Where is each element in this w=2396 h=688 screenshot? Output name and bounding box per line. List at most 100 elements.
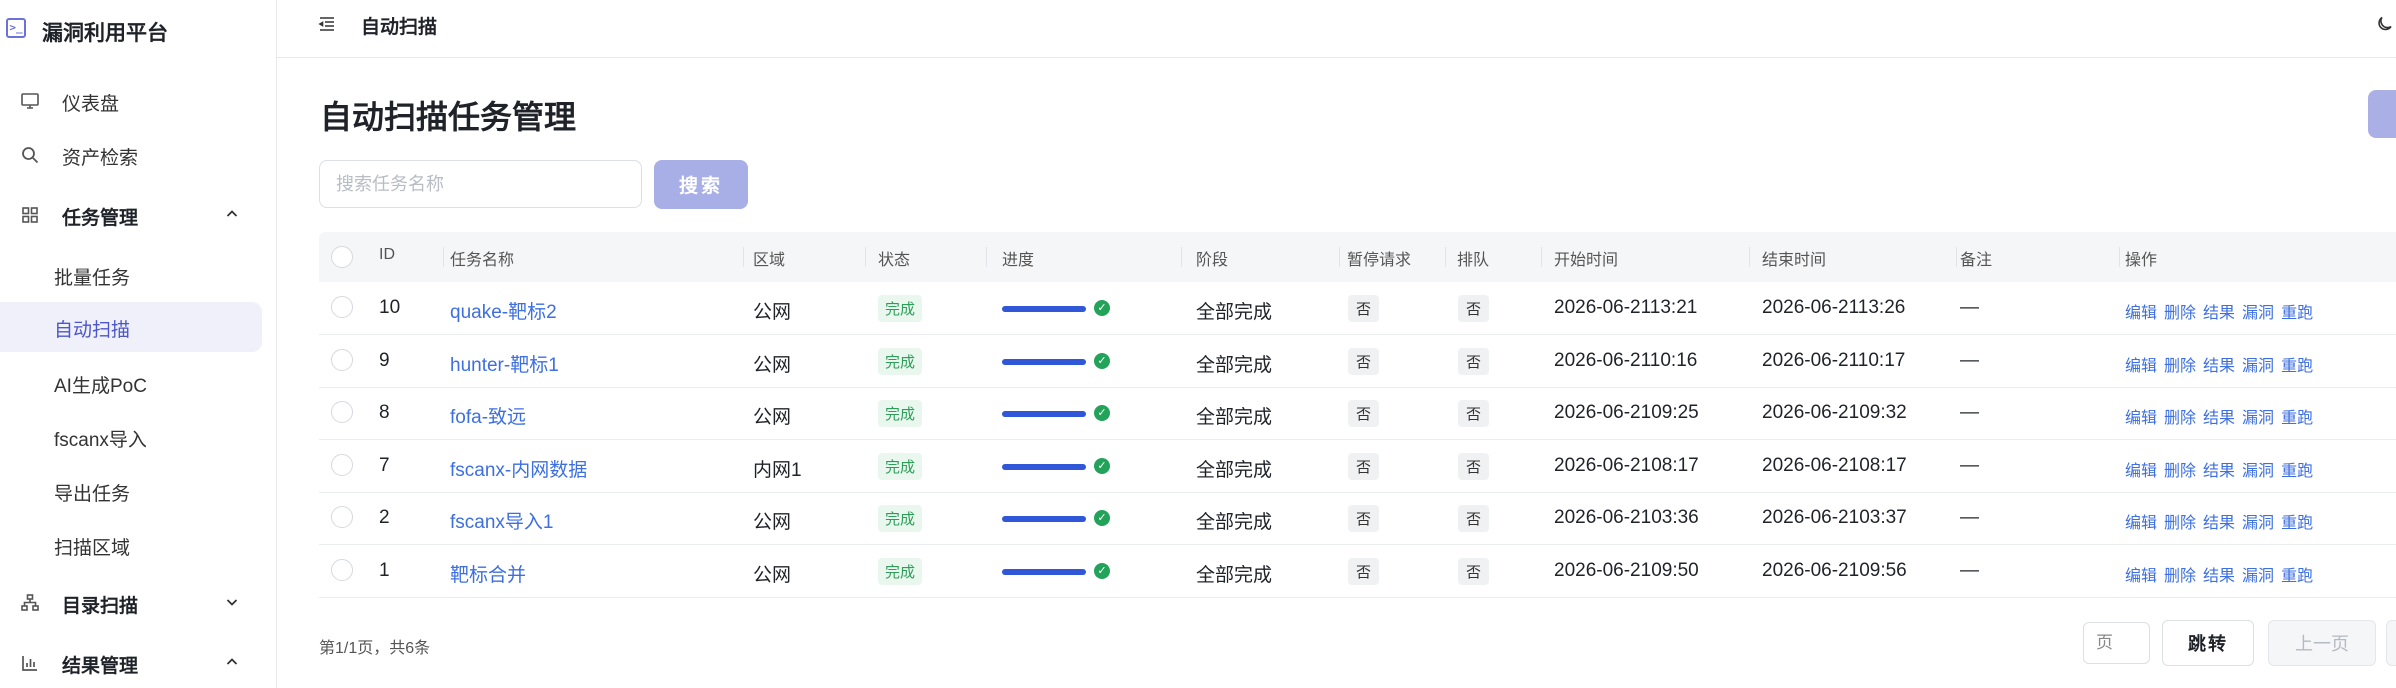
sidebar-group-task-management[interactable]: 任务管理: [0, 190, 276, 240]
cell-start-time: 2026-06-2109:50: [1554, 560, 1699, 581]
row-checkbox[interactable]: [331, 348, 353, 371]
vuln-link[interactable]: 漏洞: [2242, 568, 2274, 585]
edit-link[interactable]: 编辑: [2125, 515, 2157, 532]
column-header-start: 开始时间: [1554, 252, 1619, 269]
edit-link[interactable]: 编辑: [2125, 410, 2157, 427]
vuln-link[interactable]: 漏洞: [2242, 358, 2274, 375]
select-all-checkbox[interactable]: [331, 246, 353, 268]
sidebar-item-batch-task[interactable]: 批量任务: [0, 250, 262, 300]
result-link[interactable]: 结果: [2203, 463, 2235, 480]
sidebar-item-auto-scan[interactable]: 自动扫描: [0, 302, 262, 352]
table-row: 1 靶标合并 公网 完成 ✓ 全部完成 否 否 2026-06-2109:50 2026-06-2…: [319, 545, 2396, 598]
search-input[interactable]: [319, 160, 642, 208]
search-button[interactable]: 搜索: [654, 160, 748, 209]
task-name-link[interactable]: quake-靶标2: [450, 297, 557, 324]
pause-request-badge: 否: [1348, 558, 1380, 585]
row-checkbox[interactable]: [331, 559, 353, 581]
queue-badge: 否: [1458, 558, 1490, 585]
menu-fold-icon[interactable]: [317, 14, 337, 34]
delete-link[interactable]: 删除: [2164, 463, 2196, 480]
status-badge: 完成: [878, 505, 923, 533]
row-checkbox[interactable]: [331, 296, 353, 318]
cell-note: —: [1960, 349, 1979, 371]
edit-link[interactable]: 编辑: [2125, 358, 2157, 375]
sidebar-item-label: 批量任务: [54, 268, 131, 289]
column-header-end: 结束时间: [1762, 252, 1827, 269]
task-name-link[interactable]: fofa-致远: [450, 402, 526, 429]
sitemap-icon: [21, 594, 39, 611]
rerun-link[interactable]: 重跑: [2281, 410, 2313, 427]
task-name-link[interactable]: fscanx-内网数据: [450, 455, 587, 482]
cell-region: 公网: [753, 565, 792, 586]
cell-end-time: 2026-06-2103:37: [1762, 507, 1907, 529]
progress-bar: [1002, 463, 1086, 470]
delete-link[interactable]: 删除: [2164, 410, 2196, 427]
task-name-link[interactable]: 靶标合并: [450, 560, 526, 587]
cell-id: 2: [379, 507, 390, 529]
brand[interactable]: >_ 漏洞利用平台: [0, 0, 276, 60]
sidebar-item-label: 结果管理: [62, 656, 139, 677]
sidebar-item-dashboard[interactable]: 仪表盘: [0, 76, 276, 126]
delete-link[interactable]: 删除: [2164, 305, 2196, 322]
sidebar-item-label: 导出任务: [54, 484, 131, 505]
cell-id: 1: [379, 560, 390, 581]
check-circle-icon: ✓: [1094, 352, 1110, 369]
column-header-name: 任务名称: [450, 252, 515, 269]
result-link[interactable]: 结果: [2203, 358, 2235, 375]
sidebar-item-scan-region[interactable]: 扫描区域: [0, 520, 262, 570]
moon-icon[interactable]: [2374, 14, 2394, 34]
rerun-link[interactable]: 重跑: [2281, 568, 2313, 585]
sidebar-group-result-management[interactable]: 结果管理: [0, 638, 276, 688]
sidebar-group-dir-scan[interactable]: 目录扫描: [0, 578, 276, 628]
sidebar-item-asset-search[interactable]: 资产检索: [0, 130, 276, 180]
sidebar-item-ai-poc[interactable]: AI生成PoC: [0, 358, 262, 408]
result-link[interactable]: 结果: [2203, 410, 2235, 427]
column-header-status: 状态: [878, 252, 911, 269]
prev-page-button[interactable]: 上一页: [2268, 620, 2376, 666]
rerun-link[interactable]: 重跑: [2281, 358, 2313, 375]
edit-link[interactable]: 编辑: [2125, 305, 2157, 322]
progress-fill: [1002, 463, 1086, 470]
rerun-link[interactable]: 重跑: [2281, 305, 2313, 322]
row-checkbox[interactable]: [331, 453, 353, 476]
grid-icon: [22, 207, 38, 223]
row-actions: 编辑 删除 结果 漏洞 重跑: [2125, 457, 2320, 481]
vuln-link[interactable]: 漏洞: [2242, 305, 2274, 322]
row-checkbox[interactable]: [331, 401, 353, 424]
edit-link[interactable]: 编辑: [2125, 568, 2157, 585]
next-page-button[interactable]: [2386, 620, 2396, 666]
rerun-link[interactable]: 重跑: [2281, 463, 2313, 480]
sidebar-item-export-task[interactable]: 导出任务: [0, 466, 262, 516]
task-name-link[interactable]: fscanx导入1: [450, 507, 553, 534]
pause-request-badge: 否: [1348, 400, 1380, 428]
progress-bar: [1002, 516, 1086, 523]
queue-badge: 否: [1458, 295, 1490, 322]
vuln-link[interactable]: 漏洞: [2242, 463, 2274, 480]
column-header-stage: 阶段: [1196, 252, 1229, 269]
vuln-link[interactable]: 漏洞: [2242, 410, 2274, 427]
result-link[interactable]: 结果: [2203, 568, 2235, 585]
delete-link[interactable]: 删除: [2164, 515, 2196, 532]
cell-start-time: 2026-06-2108:17: [1554, 454, 1699, 476]
jump-button[interactable]: 跳转: [2162, 620, 2254, 666]
result-link[interactable]: 结果: [2203, 305, 2235, 322]
sidebar-item-fscanx-import[interactable]: fscanx导入: [0, 412, 262, 462]
cell-start-time: 2026-06-2109:25: [1554, 402, 1699, 424]
row-checkbox[interactable]: [331, 506, 353, 529]
edit-link[interactable]: 编辑: [2125, 463, 2157, 480]
sidebar-item-label: 仪表盘: [62, 94, 120, 115]
create-task-button[interactable]: [2368, 90, 2396, 138]
pause-request-badge: 否: [1348, 452, 1380, 480]
cell-id: 8: [379, 402, 390, 424]
cell-note: —: [1960, 560, 1979, 581]
column-header-progress: 进度: [1002, 252, 1035, 269]
page-number-input[interactable]: [2083, 622, 2150, 664]
delete-link[interactable]: 删除: [2164, 568, 2196, 585]
column-header-ops: 操作: [2125, 252, 2158, 269]
delete-link[interactable]: 删除: [2164, 358, 2196, 375]
vuln-link[interactable]: 漏洞: [2242, 515, 2274, 532]
rerun-link[interactable]: 重跑: [2281, 515, 2313, 532]
task-name-link[interactable]: hunter-靶标1: [450, 350, 559, 377]
progress-bar: [1002, 569, 1086, 575]
result-link[interactable]: 结果: [2203, 515, 2235, 532]
